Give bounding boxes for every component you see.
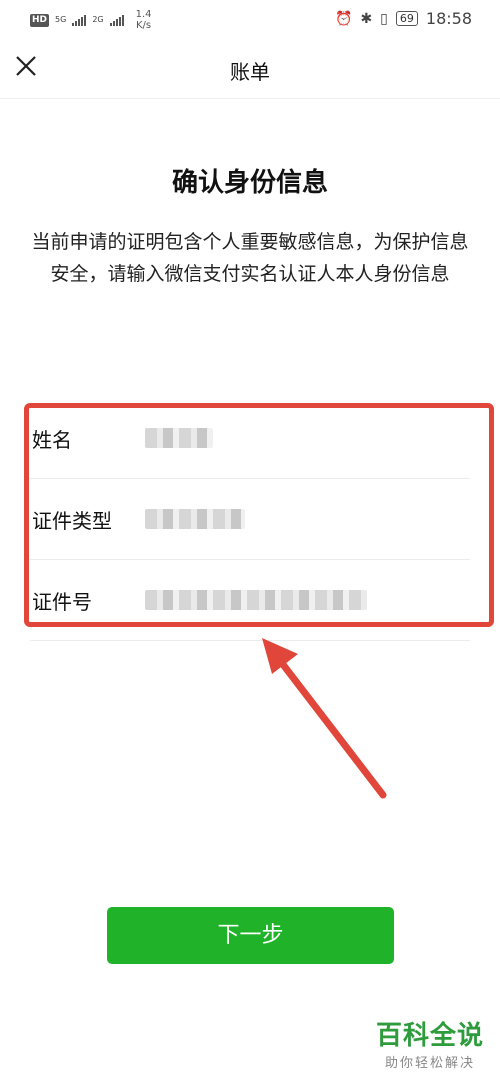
speed-unit: K/s <box>135 20 152 31</box>
nav-bar: 账单 <box>0 42 500 99</box>
status-time: 18:58 <box>425 9 472 28</box>
sim1-network-label: 5G <box>55 15 67 24</box>
hd-badge: HD <box>30 13 50 27</box>
page-title: 确认身份信息 <box>171 168 328 198</box>
sim2-network-label: 2G <box>92 15 104 24</box>
signal-icon <box>72 14 87 26</box>
page-description: 当前申请的证明包含个人重要敏感信息，为保护信息安全，请输入微信支付实名认证人本人… <box>31 231 469 285</box>
status-right: ⏰ ✱ ▯ 69 18:58 <box>335 9 472 28</box>
battery-icon: 69 <box>395 11 418 26</box>
nav-title: 账单 <box>230 60 270 84</box>
watermark-title: 百科全说 <box>375 1021 484 1051</box>
watermark: 百科全说 助你轻松解决 <box>376 1020 484 1071</box>
status-left: HD 5G 2G 1.4 K/s <box>30 9 152 31</box>
status-bar: HD 5G 2G 1.4 K/s ⏰ ✱ ▯ 69 18:58 <box>0 0 500 36</box>
alarm-icon: ⏰ <box>335 10 353 27</box>
network-speed: 1.4 K/s <box>136 9 152 31</box>
next-step-button[interactable]: 下一步 <box>107 907 394 964</box>
bluetooth-icon: ✱ <box>360 10 373 27</box>
speed-value: 1.4 <box>135 9 152 20</box>
vibrate-icon: ▯ <box>380 10 388 27</box>
signal-icon <box>109 14 124 26</box>
watermark-subtitle: 助你轻松解决 <box>384 1056 475 1071</box>
annotation-arrow-icon <box>262 638 387 799</box>
annotation-highlight-box <box>24 403 494 627</box>
